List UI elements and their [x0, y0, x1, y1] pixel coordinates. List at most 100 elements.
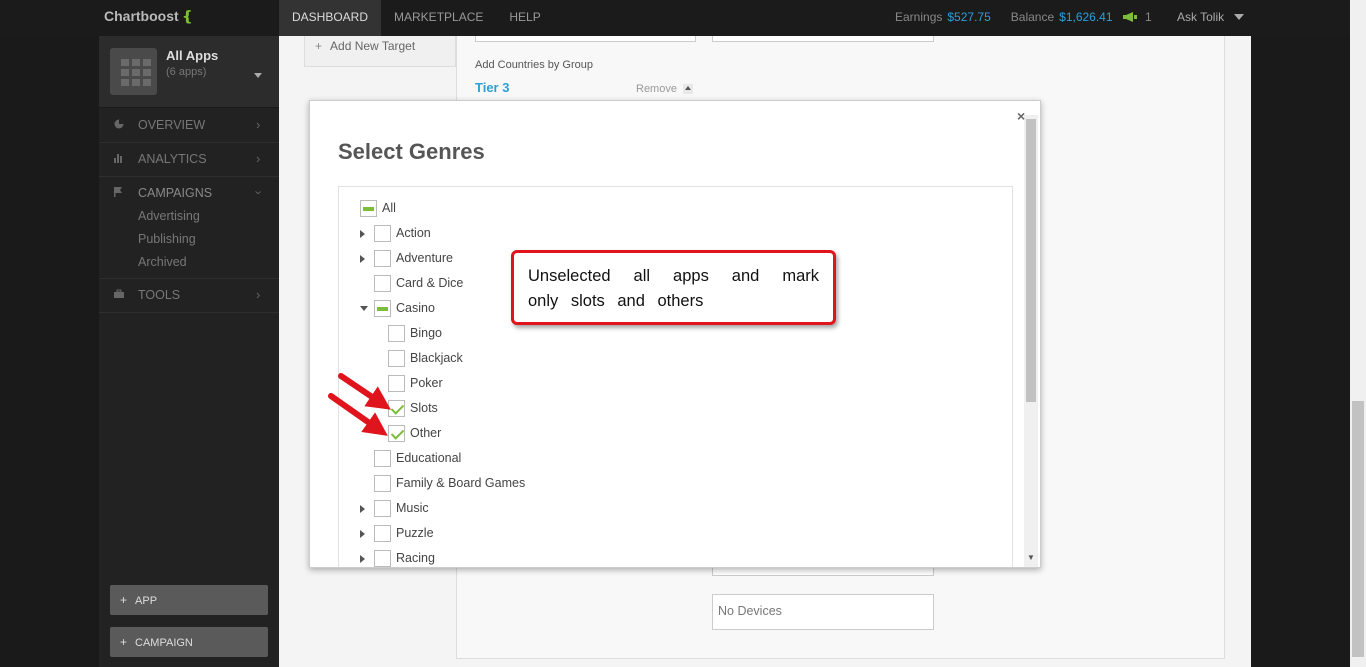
notification-count[interactable]: 1 — [1145, 0, 1152, 35]
expand-down-icon[interactable] — [360, 306, 368, 311]
genre-label[interactable]: Poker — [410, 376, 443, 390]
genre-checkbox[interactable] — [374, 500, 391, 517]
genre-label[interactable]: Action — [396, 226, 431, 240]
genre-checkbox[interactable] — [360, 200, 377, 217]
genre-checkbox[interactable] — [374, 225, 391, 242]
expand-right-icon[interactable] — [360, 255, 365, 263]
genre-row-puzzle: Puzzle — [0, 525, 560, 543]
add-app-button[interactable]: + APP — [110, 585, 268, 615]
devices-field[interactable]: No Devices — [712, 594, 934, 630]
balance-label: Balance — [1010, 10, 1055, 24]
genre-checkbox[interactable] — [374, 525, 391, 542]
modal-scrollbar[interactable]: ▼ — [1024, 115, 1038, 567]
sidebar-item-label: OVERVIEW — [138, 118, 206, 132]
genre-checkbox[interactable] — [374, 550, 391, 567]
genre-label[interactable]: Puzzle — [396, 526, 434, 540]
genre-row-adventure: Adventure — [0, 250, 560, 268]
genre-row-poker: Poker — [0, 375, 560, 393]
genre-label[interactable]: Blackjack — [410, 351, 463, 365]
genre-checkbox[interactable] — [388, 350, 405, 367]
genre-label[interactable]: Music — [396, 501, 429, 515]
main-tabs: DASHBOARD MARKETPLACE HELP — [279, 0, 554, 36]
page-scrollbar[interactable] — [1350, 0, 1366, 667]
balance-value[interactable]: $1,626.41 — [1059, 0, 1112, 36]
genre-label[interactable]: Casino — [396, 301, 435, 315]
top-bar: Chartboost ❴ DASHBOARD MARKETPLACE HELP E… — [0, 0, 1366, 36]
genre-row-racing: Racing — [0, 550, 560, 568]
genre-row-casino: Casino — [0, 300, 560, 318]
tier-link[interactable]: Tier 3 — [475, 80, 509, 95]
genre-label[interactable]: Bingo — [410, 326, 442, 340]
genre-label[interactable]: Racing — [396, 551, 435, 565]
scrollbar-thumb[interactable] — [1352, 401, 1364, 657]
genre-checkbox[interactable] — [374, 450, 391, 467]
pie-chart-icon — [114, 119, 124, 129]
genre-label[interactable]: All — [382, 201, 396, 215]
expand-right-icon[interactable] — [360, 230, 365, 238]
genre-label[interactable]: Educational — [396, 451, 461, 465]
account-summary: Earnings $527.75 Balance $1,626.41 — [895, 0, 1113, 36]
tab-dashboard[interactable]: DASHBOARD — [279, 0, 382, 36]
user-menu[interactable]: Ask Tolik — [1177, 0, 1224, 35]
chartboost-logo[interactable]: Chartboost ❴ — [104, 8, 193, 25]
genre-row-blackjack: Blackjack — [0, 350, 560, 368]
app-selector[interactable]: All Apps (6 apps) — [99, 36, 279, 108]
annotation-callout: Unselected all apps and mark only slots … — [511, 250, 836, 325]
close-icon[interactable]: × — [1017, 108, 1025, 124]
chevron-up-icon[interactable] — [683, 84, 693, 94]
add-campaign-button[interactable]: + CAMPAIGN — [110, 627, 268, 657]
chevron-down-icon[interactable] — [254, 73, 262, 78]
genre-row-other: Other — [0, 425, 560, 443]
earnings-value[interactable]: $527.75 — [947, 0, 990, 36]
modal-title: Select Genres — [338, 139, 485, 164]
scroll-down-arrow-icon[interactable]: ▼ — [1027, 553, 1035, 562]
genre-row-music: Music — [0, 500, 560, 518]
genre-checkbox[interactable] — [374, 275, 391, 292]
chevron-right-icon: › — [256, 117, 261, 132]
genre-row-slots: Slots — [0, 400, 560, 418]
tab-help[interactable]: HELP — [496, 0, 553, 36]
apps-title: All Apps — [166, 48, 219, 63]
devices-input[interactable] — [712, 568, 934, 576]
chevron-down-icon[interactable] — [1234, 14, 1244, 20]
bar-chart-icon — [114, 154, 122, 163]
chevron-down-icon: › — [251, 190, 267, 195]
expand-right-icon[interactable] — [360, 505, 365, 513]
genre-label[interactable]: Other — [410, 426, 441, 440]
flag-icon — [114, 187, 122, 197]
genre-row-educational: Educational — [0, 450, 560, 468]
genre-checkbox[interactable] — [374, 475, 391, 492]
genre-label[interactable]: Family & Board Games — [396, 476, 525, 490]
add-new-target-button[interactable]: + Add New Target — [304, 36, 456, 67]
genre-checkbox[interactable] — [374, 250, 391, 267]
genre-checkbox[interactable] — [374, 300, 391, 317]
genre-label[interactable]: Card & Dice — [396, 276, 463, 290]
plus-icon: + — [120, 635, 128, 649]
genre-row-card-dice: Card & Dice — [0, 275, 560, 293]
sidebar-item-overview[interactable]: OVERVIEW › — [99, 108, 279, 142]
chevron-right-icon: › — [256, 151, 261, 166]
genre-row-bingo: Bingo — [0, 325, 560, 343]
genre-row-all: All — [0, 200, 560, 218]
genre-row-family-board-games: Family & Board Games — [0, 475, 560, 493]
tab-marketplace[interactable]: MARKETPLACE — [381, 0, 496, 36]
scrollbar-thumb[interactable] — [1026, 119, 1036, 402]
genre-label[interactable]: Adventure — [396, 251, 453, 265]
expand-right-icon[interactable] — [360, 530, 365, 538]
earnings-label: Earnings — [895, 10, 943, 24]
genre-checkbox[interactable] — [388, 325, 405, 342]
remove-link[interactable]: Remove — [636, 83, 677, 95]
countries-by-group-label: Add Countries by Group — [475, 59, 594, 71]
apps-count: (6 apps) — [166, 66, 207, 78]
megaphone-icon[interactable] — [1122, 11, 1138, 23]
sidebar-item-analytics[interactable]: ANALYTICS › — [99, 142, 279, 176]
red-arrows-annotation — [328, 373, 391, 436]
plus-icon: + — [315, 39, 323, 53]
target-input[interactable] — [712, 36, 934, 42]
plus-icon: + — [120, 593, 128, 607]
sidebar-item-label: CAMPAIGNS — [138, 186, 213, 200]
target-input[interactable] — [475, 36, 696, 42]
genre-row-action: Action — [0, 225, 560, 243]
genre-label[interactable]: Slots — [410, 401, 438, 415]
expand-right-icon[interactable] — [360, 555, 365, 563]
